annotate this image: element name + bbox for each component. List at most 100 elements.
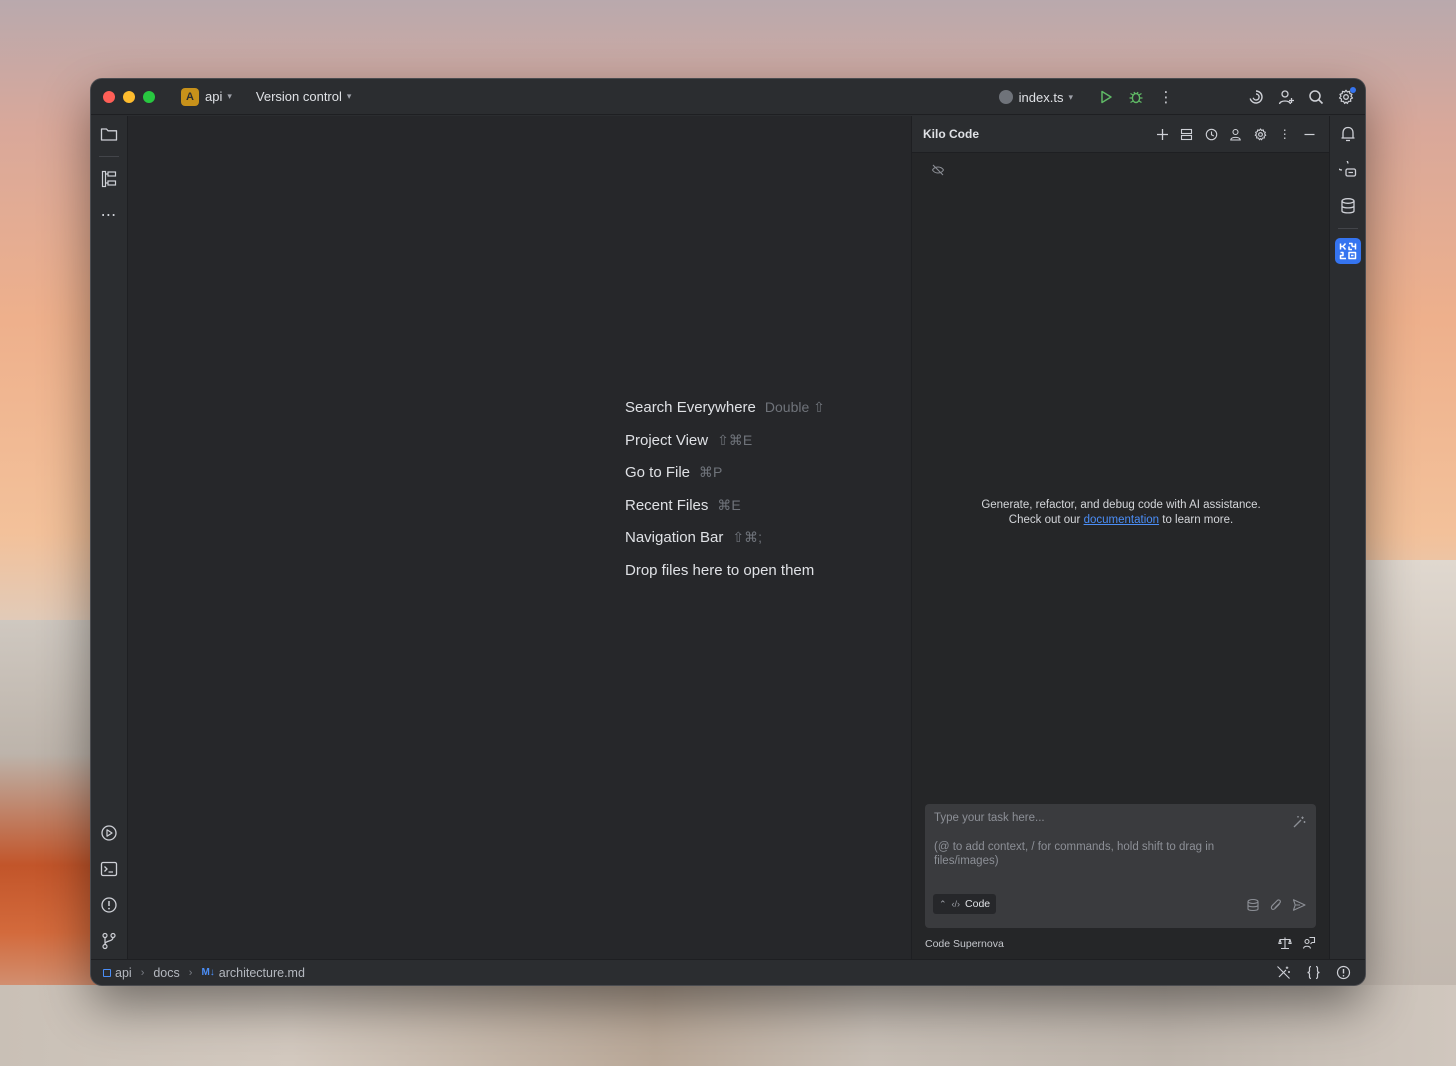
enhance-prompt-button[interactable] xyxy=(1292,815,1306,834)
kilo-settings-button[interactable] xyxy=(1249,123,1273,145)
hint-label: Navigation Bar xyxy=(625,529,724,546)
panel-title: Kilo Code xyxy=(923,127,979,141)
project-tool-button[interactable] xyxy=(99,124,119,144)
magic-wand-icon xyxy=(1293,816,1306,828)
add-user-icon xyxy=(1278,89,1294,104)
warning-circle-icon xyxy=(101,897,117,913)
documentation-link[interactable]: documentation xyxy=(1084,514,1159,526)
run-configuration-selector[interactable]: index.ts ▾ xyxy=(998,89,1073,105)
close-window-button[interactable] xyxy=(103,90,115,103)
problems-tool-button[interactable] xyxy=(99,895,119,915)
eye-off-icon[interactable] xyxy=(931,163,945,181)
inspections-off-icon xyxy=(1277,966,1290,979)
kilo-more-button[interactable]: ⋮ xyxy=(1273,123,1297,145)
project-name: api xyxy=(205,89,223,104)
hint-shortcut: ⇧⌘E xyxy=(717,431,753,448)
model-actions xyxy=(1278,936,1316,953)
terminal-icon xyxy=(100,861,118,877)
breadcrumb-folder[interactable]: docs xyxy=(153,966,179,980)
folder-icon xyxy=(100,128,118,141)
placeholder-line-1: Type your task here... xyxy=(934,812,1045,824)
strip-divider xyxy=(1338,228,1358,229)
profile-button[interactable] xyxy=(1224,123,1248,145)
hide-panel-button[interactable] xyxy=(1298,123,1322,145)
mcp-servers-button[interactable] xyxy=(1175,123,1199,145)
new-task-button[interactable] xyxy=(1151,123,1175,145)
run-button[interactable] xyxy=(1091,82,1121,112)
git-tool-button[interactable] xyxy=(99,931,119,951)
run-config-label: index.ts xyxy=(1018,89,1064,105)
json-schema-button[interactable] xyxy=(1306,965,1321,983)
hint-label: Search Everywhere xyxy=(625,399,756,416)
more-tools-button[interactable]: ⋯ xyxy=(99,205,119,225)
kilo-header: Kilo Code ⋮ xyxy=(912,116,1329,153)
ellipsis-icon: ⋯ xyxy=(100,207,118,224)
plus-icon xyxy=(1156,128,1168,140)
chevron-right-icon: › xyxy=(140,966,145,979)
history-button[interactable] xyxy=(1200,123,1224,145)
breadcrumb-project[interactable]: api xyxy=(115,966,132,980)
hint-drop-files: Drop files here to open them xyxy=(625,562,825,595)
kilo-code-panel: Kilo Code ⋮ Generate, refactor, and debu… xyxy=(911,116,1329,959)
kebab-icon: ⋮ xyxy=(1278,127,1291,141)
task-placeholder: Type your task here... (@ to add context… xyxy=(934,811,1264,869)
scale-icon xyxy=(1278,937,1292,950)
search-everywhere-button[interactable] xyxy=(1301,82,1331,112)
services-icon xyxy=(101,825,117,841)
hint-label: Recent Files xyxy=(625,496,709,514)
inspections-off-button[interactable] xyxy=(1276,965,1291,983)
hint-shortcut: Double ⇧ xyxy=(764,399,825,415)
gear-icon xyxy=(1254,127,1267,140)
code-with-me-button[interactable] xyxy=(1271,82,1301,112)
search-icon xyxy=(1309,90,1324,105)
context-button[interactable] xyxy=(1246,898,1260,917)
zoom-window-button[interactable] xyxy=(143,90,155,103)
git-branch-icon xyxy=(102,932,116,950)
version-control-menu[interactable]: Version control ▾ xyxy=(256,89,352,104)
welcome-message: Generate, refactor, and debug code with … xyxy=(912,498,1330,528)
minimize-window-button[interactable] xyxy=(123,90,135,103)
kilo-toolbar: ⋮ xyxy=(1151,123,1322,145)
database-tool-button[interactable] xyxy=(1338,196,1358,216)
spiral-icon xyxy=(1249,90,1263,104)
structure-icon xyxy=(101,170,117,188)
notifications-button[interactable] xyxy=(1338,124,1358,144)
chevron-up-icon: ⌃ xyxy=(939,898,947,909)
ai-assistant-button[interactable] xyxy=(1241,82,1271,112)
code-icon: ‹/› xyxy=(951,899,961,909)
config-icon xyxy=(998,90,1013,104)
hint-search-everywhere: Search Everywhere Double ⇧ xyxy=(625,399,825,432)
debug-button[interactable] xyxy=(1121,82,1151,112)
feedback-button[interactable] xyxy=(1302,936,1316,953)
task-input[interactable]: Type your task here... (@ to add context… xyxy=(925,804,1316,928)
breadcrumb-file[interactable]: architecture.md xyxy=(219,966,305,980)
strip-divider xyxy=(99,156,119,157)
task-input-actions xyxy=(1246,898,1306,917)
paperclip-icon xyxy=(1270,899,1281,910)
problems-status-button[interactable] xyxy=(1336,965,1351,983)
services-tool-button[interactable] xyxy=(99,823,119,843)
editor-empty-area[interactable]: Search Everywhere Double ⇧ Project View … xyxy=(128,116,911,959)
left-tool-strip: ⋯ xyxy=(91,116,128,959)
mode-selector[interactable]: ⌃ ‹/› Code xyxy=(933,894,997,914)
send-icon xyxy=(1292,899,1306,911)
ai-chat-button[interactable] xyxy=(1338,160,1358,180)
send-button[interactable] xyxy=(1292,898,1306,917)
chat-user-icon xyxy=(1302,936,1316,949)
project-selector[interactable]: A api ▾ xyxy=(181,87,232,106)
title-bar: A api ▾ Version control ▾ index.ts ▾ ⋮ xyxy=(91,79,1365,115)
compare-button[interactable] xyxy=(1278,936,1292,953)
more-actions-button[interactable]: ⋮ xyxy=(1151,82,1181,112)
terminal-tool-button[interactable] xyxy=(99,859,119,879)
chevron-down-icon: ▾ xyxy=(346,91,352,101)
version-control-label: Version control xyxy=(255,89,342,104)
attach-button[interactable] xyxy=(1269,898,1283,917)
kilo-code-tool-button[interactable] xyxy=(1335,238,1361,264)
model-selector[interactable]: Code Supernova xyxy=(925,938,1004,950)
toolbar-right: index.ts ▾ ⋮ xyxy=(998,79,1365,115)
kebab-icon: ⋮ xyxy=(1158,89,1174,106)
play-icon xyxy=(1101,90,1112,104)
settings-button[interactable] xyxy=(1331,82,1361,112)
structure-tool-button[interactable] xyxy=(99,169,119,189)
right-tool-strip xyxy=(1329,116,1365,959)
